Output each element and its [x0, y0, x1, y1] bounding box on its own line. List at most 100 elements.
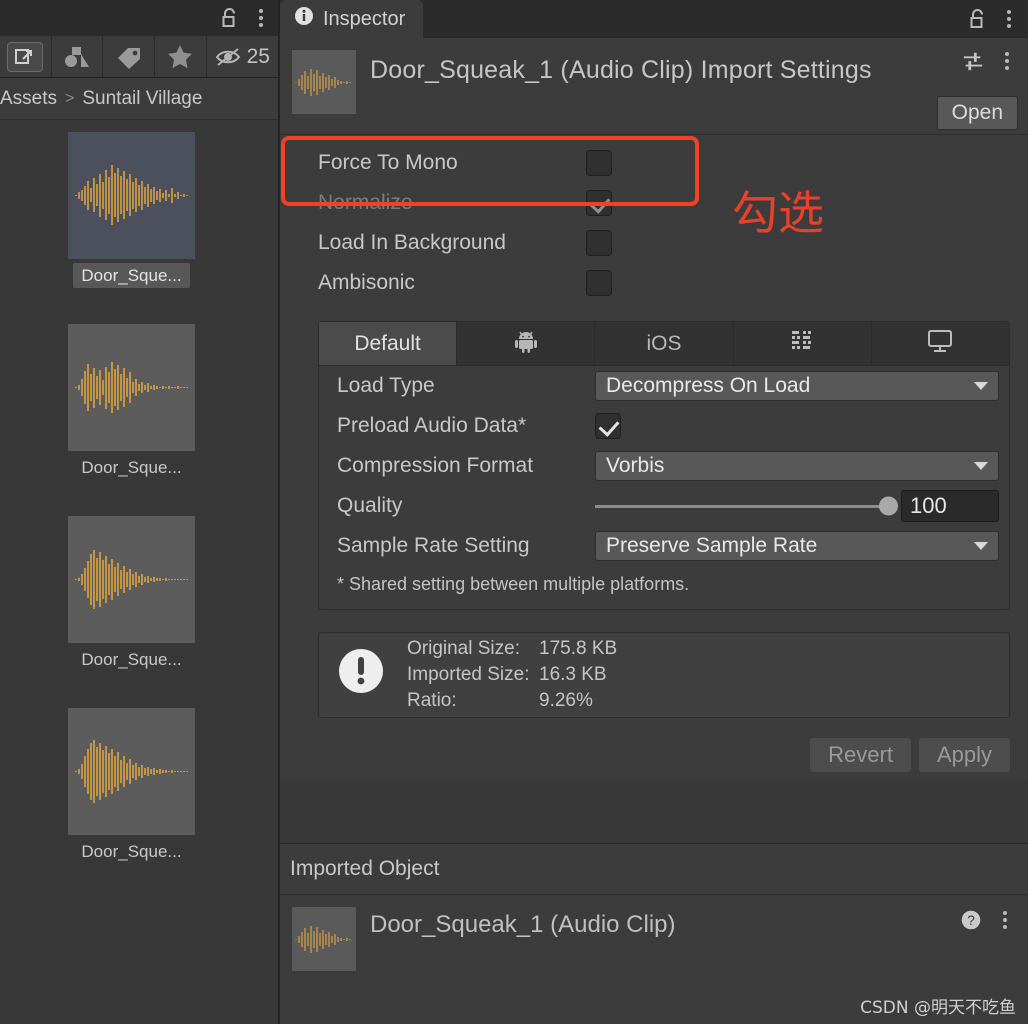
- asset-item[interactable]: Door_Sque...: [0, 132, 278, 316]
- property-label: Load In Background: [318, 231, 506, 254]
- imported-object-row[interactable]: Door_Squeak_1 (Audio Clip) ? CSDN @明天不吃鱼: [280, 895, 1028, 1024]
- info-value: 16.3 KB: [539, 664, 607, 685]
- audio-waveform-icon: [295, 69, 351, 96]
- property-row-load-in-background[interactable]: Load In Background: [280, 223, 1028, 263]
- open-in-new-window-icon[interactable]: [0, 36, 52, 77]
- compression-format-value: Vorbis: [606, 454, 665, 477]
- inspector-panel: Inspector Door_Squeak_1 (Audio Clip) Imp…: [280, 0, 1028, 1024]
- asset-item[interactable]: Door_Sque...: [0, 708, 278, 892]
- help-circle-icon[interactable]: ?: [960, 909, 982, 931]
- property-label: Ambisonic: [318, 271, 415, 294]
- annotation-text: 勾选: [732, 186, 824, 240]
- tag-filter-icon[interactable]: [103, 36, 155, 77]
- platform-tab-webgl[interactable]: [733, 322, 872, 365]
- inspector-header: Door_Squeak_1 (Audio Clip) Import Settin…: [280, 38, 1028, 134]
- android-icon: [514, 328, 538, 360]
- asset-label: Door_Sque...: [81, 458, 182, 477]
- setting-label: Compression Format: [337, 454, 534, 477]
- setting-label: Preload Audio Data*: [337, 414, 527, 437]
- audio-waveform-icon: [75, 740, 188, 803]
- platform-tab-label: Default: [354, 331, 421, 355]
- quality-slider-handle[interactable]: [879, 496, 898, 516]
- property-label: Force To Mono: [318, 151, 458, 174]
- setting-row-quality: Quality 100: [319, 486, 1009, 526]
- imported-object-name: Door_Squeak_1 (Audio Clip): [370, 911, 676, 938]
- info-key: Ratio:: [407, 690, 457, 711]
- load-type-dropdown[interactable]: Decompress On Load: [595, 371, 999, 401]
- chevron-down-icon: [974, 382, 988, 390]
- quality-value: 100: [910, 493, 947, 518]
- kebab-menu-icon[interactable]: [994, 909, 1016, 931]
- setting-label: Quality: [337, 494, 403, 517]
- compression-format-dropdown[interactable]: Vorbis: [595, 451, 999, 481]
- asset-thumbnail: [68, 324, 195, 451]
- asset-label: Door_Sque...: [81, 842, 182, 861]
- property-row-force-to-mono[interactable]: Force To Mono: [280, 143, 1028, 183]
- info-row: Imported Size: 16.3 KB: [407, 662, 617, 688]
- load-in-background-checkbox[interactable]: [586, 230, 612, 256]
- standalone-monitor-icon: [926, 328, 954, 360]
- breadcrumb-root[interactable]: Assets: [0, 88, 57, 110]
- force-to-mono-checkbox[interactable]: [586, 150, 612, 176]
- svg-text:?: ?: [967, 913, 975, 928]
- info-key: Imported Size:: [407, 664, 530, 685]
- property-row-ambisonic[interactable]: Ambisonic: [280, 263, 1028, 303]
- preload-audio-data-checkbox[interactable]: [595, 413, 621, 439]
- quality-slider[interactable]: [595, 496, 898, 516]
- unlock-icon[interactable]: [966, 8, 988, 30]
- ambisonic-checkbox[interactable]: [586, 270, 612, 296]
- open-button[interactable]: Open: [936, 96, 1018, 130]
- kebab-menu-icon[interactable]: [998, 8, 1020, 30]
- platform-tab-android[interactable]: [457, 322, 596, 365]
- audio-waveform-icon: [295, 926, 351, 953]
- quality-value-field[interactable]: 100: [901, 490, 999, 522]
- favorite-star-icon[interactable]: [155, 36, 207, 77]
- chevron-right-icon: >: [65, 89, 75, 107]
- eye-off-icon: [215, 47, 240, 66]
- tab-inspector[interactable]: Inspector: [280, 0, 424, 38]
- asset-item[interactable]: Door_Sque...: [0, 324, 278, 508]
- info-row: Ratio: 9.26%: [407, 688, 617, 714]
- sample-rate-setting-value: Preserve Sample Rate: [606, 534, 818, 557]
- project-panel: 25 Assets > Suntail Village Door_Sque...…: [0, 0, 278, 1024]
- chevron-down-icon: [974, 542, 988, 550]
- project-panel-topbar: [0, 0, 278, 36]
- setting-label: Load Type: [337, 374, 435, 397]
- asset-label: Door_Sque...: [81, 650, 182, 669]
- asset-label: Door_Sque...: [0, 263, 263, 288]
- setting-row-load-type: Load Type Decompress On Load: [319, 366, 1009, 406]
- kebab-menu-icon[interactable]: [996, 50, 1018, 72]
- platform-tab-default[interactable]: Default: [319, 322, 458, 365]
- shared-setting-note: * Shared setting between multiple platfo…: [337, 574, 690, 594]
- shapes-filter-icon[interactable]: [52, 36, 104, 77]
- asset-item[interactable]: Door_Sque...: [0, 516, 278, 700]
- imported-object-section-title: Imported Object: [280, 843, 1028, 895]
- inspector-tabbar: Inspector: [280, 0, 1028, 38]
- asset-thumbnail: [68, 516, 195, 643]
- preset-sliders-icon[interactable]: [962, 50, 984, 72]
- apply-button[interactable]: Apply: [918, 738, 1010, 772]
- platform-tab-standalone[interactable]: [871, 322, 1010, 365]
- audio-waveform-icon: [75, 165, 188, 225]
- platform-tabs: Default iOS: [319, 322, 1010, 366]
- hidden-assets-toggle[interactable]: 25: [207, 36, 278, 77]
- inspector-body: Force To Mono Normalize Load In Backgrou…: [280, 135, 1028, 780]
- info-icon: [294, 6, 314, 32]
- audio-waveform-icon: [75, 362, 188, 413]
- info-key: Original Size:: [407, 638, 520, 659]
- property-label: Normalize: [318, 191, 413, 214]
- sample-rate-setting-dropdown[interactable]: Preserve Sample Rate: [595, 531, 999, 561]
- action-buttons: Revert Apply: [280, 738, 1010, 772]
- breadcrumb-current[interactable]: Suntail Village: [82, 88, 202, 110]
- webgl-blocks-icon: [789, 328, 815, 360]
- info-row: Original Size: 175.8 KB: [407, 636, 617, 662]
- kebab-menu-icon[interactable]: [250, 7, 272, 29]
- platform-tab-ios[interactable]: iOS: [595, 322, 734, 365]
- platform-tab-label: iOS: [646, 331, 682, 355]
- imported-object-thumbnail: [292, 907, 356, 971]
- unlock-icon[interactable]: [218, 7, 240, 29]
- asset-thumbnail: [68, 708, 195, 835]
- revert-button[interactable]: Revert: [810, 738, 911, 772]
- property-row-normalize: Normalize: [280, 183, 1028, 223]
- import-info-box: Original Size: 175.8 KB Imported Size: 1…: [318, 632, 1010, 718]
